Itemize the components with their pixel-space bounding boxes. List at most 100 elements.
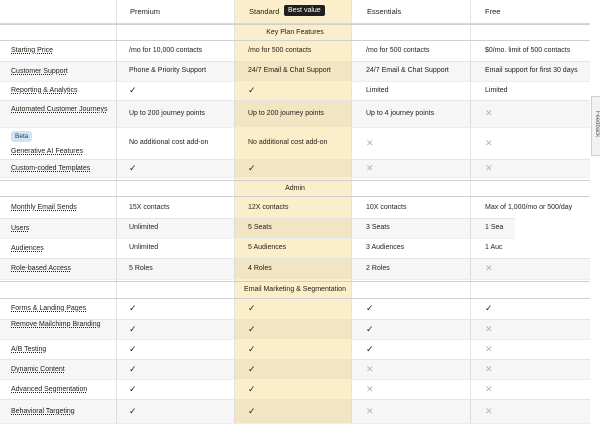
plan-value-cell: Up to 4 journey points (366, 110, 435, 117)
check-icon: ✓ (129, 163, 137, 173)
check-icon: ✓ (129, 384, 137, 394)
x-icon: ✕ (485, 406, 493, 416)
x-icon: ✕ (366, 163, 374, 173)
plan-value-cell: Phone & Priority Support (129, 67, 207, 74)
feature-label[interactable]: Custom-coded Templates (11, 164, 116, 173)
plan-value-cell: Unlimited (129, 244, 159, 251)
feature-label[interactable]: Monthly Email Sends (11, 203, 116, 212)
x-icon: ✕ (485, 364, 493, 374)
check-icon: ✓ (248, 364, 256, 374)
check-icon: ✓ (129, 344, 137, 354)
plan-value-cell: Limited (485, 87, 508, 94)
plan-value-cell: 24/7 Email & Chat Support (366, 67, 449, 74)
table-row: Advanced Segmentation ✓ ✓ ✕ ✕ (0, 379, 590, 400)
plan-value-cell: 2 Roles (366, 265, 390, 272)
x-icon: ✕ (485, 384, 493, 394)
plan-value-cell: 10X contacts (366, 204, 407, 211)
plan-value-cell: 15X contacts (129, 204, 170, 211)
plan-value-cell: Up to 200 journey points (248, 110, 324, 117)
table-row: Audiences Unlimited 5 Audiences 3 Audiences… (0, 238, 590, 259)
plan-value-cell: 3 Audiences (366, 244, 405, 251)
check-icon: ✓ (248, 344, 256, 354)
pricing-comparison-table: Premium Standard Best value Essentials F… (0, 0, 590, 424)
x-icon: ✕ (485, 108, 493, 118)
check-icon: ✓ (248, 85, 256, 95)
table-row: Reporting & Analytics ✓ ✓ Limited Limited (0, 81, 590, 101)
x-icon: ✕ (485, 163, 493, 173)
plan-value-cell: 1 Auc (485, 244, 503, 251)
feature-label[interactable]: Behavioral Targeting (11, 407, 116, 416)
feature-label[interactable]: Dynamic Content (11, 365, 116, 374)
feature-label[interactable]: Starting Price (11, 46, 116, 55)
table-row: Starting Price/mo for 10,000 contacts/mo… (0, 40, 590, 62)
feature-label[interactable]: Forms & Landing Pages (11, 304, 116, 313)
feature-label[interactable]: Customer Support (11, 67, 116, 76)
feature-label[interactable]: A/B Testing (11, 345, 116, 354)
check-icon: ✓ (248, 406, 256, 416)
check-icon: ✓ (129, 85, 137, 95)
feature-label[interactable]: Remove Mailchimp Branding (11, 320, 116, 329)
plan-value-cell: 5 Audiences (248, 244, 287, 251)
feature-label[interactable]: Advanced Segmentation (11, 385, 116, 394)
x-icon: ✕ (485, 138, 493, 148)
x-icon: ✕ (366, 384, 374, 394)
plan-value-cell: /mo for 500 contacts (248, 47, 312, 54)
feature-label[interactable]: Automated Customer Journeys (11, 105, 116, 114)
check-icon: ✓ (366, 303, 374, 313)
plan-value-cell: Limited (366, 87, 389, 94)
table-row: Customer Support Phone & Priority Support… (0, 61, 590, 82)
beta-badge: Beta (11, 131, 33, 142)
check-icon: ✓ (366, 344, 374, 354)
plan-value-cell: Up to 200 journey points (129, 110, 205, 117)
table-row: Users Unlimited 5 Seats 3 Seats 1 Sea (0, 218, 590, 239)
table-row: Forms & Landing Pages ✓ ✓ ✓ ✓ (0, 298, 590, 320)
x-icon: ✕ (485, 344, 493, 354)
check-icon: ✓ (248, 303, 256, 313)
feature-label[interactable]: Generative AI Features (11, 147, 116, 156)
feedback-tab[interactable]: Feedback (591, 96, 600, 156)
plan-header-row: Premium Standard Best value Essentials F… (0, 0, 590, 24)
check-icon: ✓ (129, 303, 137, 313)
table-row: Behavioral Targeting ✓ ✓ ✕ ✕ (0, 399, 590, 424)
feedback-label: Feedback (594, 110, 600, 138)
plan-value-cell: 24/7 Email & Chat Support (248, 67, 331, 74)
x-icon: ✕ (366, 406, 374, 416)
plan-header-free[interactable]: Free (485, 7, 500, 16)
feature-label[interactable]: Role-based Access (11, 264, 116, 273)
plan-value-cell: /mo for 10,000 contacts (129, 47, 203, 54)
x-icon: ✕ (485, 263, 493, 273)
check-icon: ✓ (248, 163, 256, 173)
check-icon: ✓ (129, 406, 137, 416)
feature-label[interactable]: Users (11, 224, 116, 233)
table-row: Dynamic Content ✓ ✓ ✕ ✕ (0, 359, 590, 380)
feature-label[interactable]: Reporting & Analytics (11, 86, 116, 95)
plan-header-essentials[interactable]: Essentials (367, 7, 401, 16)
table-row: Custom-coded Templates ✓ ✓ ✕ ✕ (0, 159, 590, 178)
plan-value-cell: No additional cost add-on (129, 139, 209, 146)
plan-value-cell: $0/mo. limit of 500 contacts (485, 47, 571, 54)
plan-value-cell: 4 Roles (248, 265, 272, 272)
x-icon: ✕ (485, 324, 493, 334)
plan-value-cell: 12X contacts (248, 204, 289, 211)
obscured-area (515, 218, 591, 253)
table-row: Monthly Email Sends 15X contacts 12X conta… (0, 197, 590, 219)
plan-header-premium[interactable]: Premium (130, 7, 160, 16)
check-icon: ✓ (248, 384, 256, 394)
section-header: Admin (0, 180, 590, 197)
best-value-badge: Best value (284, 5, 325, 16)
plan-header-standard[interactable]: Standard (249, 7, 279, 16)
plan-value-cell: Max of 1,000/mo or 500/day (485, 204, 573, 211)
plan-value-cell: No additional cost add-on (248, 139, 328, 146)
table-row: Automated Customer Journeys Up to 200 jou… (0, 100, 590, 128)
section-header: Key Plan Features (0, 24, 590, 41)
table-row: Beta Generative AI Features No additional … (0, 127, 590, 160)
table-row: A/B Testing ✓ ✓ ✓ ✕ (0, 339, 590, 360)
feature-label[interactable]: Audiences (11, 244, 116, 253)
plan-value-cell: 5 Roles (129, 265, 153, 272)
section-title: Email Marketing & Segmentation (244, 286, 346, 293)
section-title: Admin (285, 185, 305, 192)
table-row: Role-based Access 5 Roles 4 Roles 2 Roles ✕ (0, 258, 590, 280)
check-icon: ✓ (248, 324, 256, 334)
plan-value-cell: 3 Seats (366, 224, 390, 231)
check-icon: ✓ (485, 303, 493, 313)
